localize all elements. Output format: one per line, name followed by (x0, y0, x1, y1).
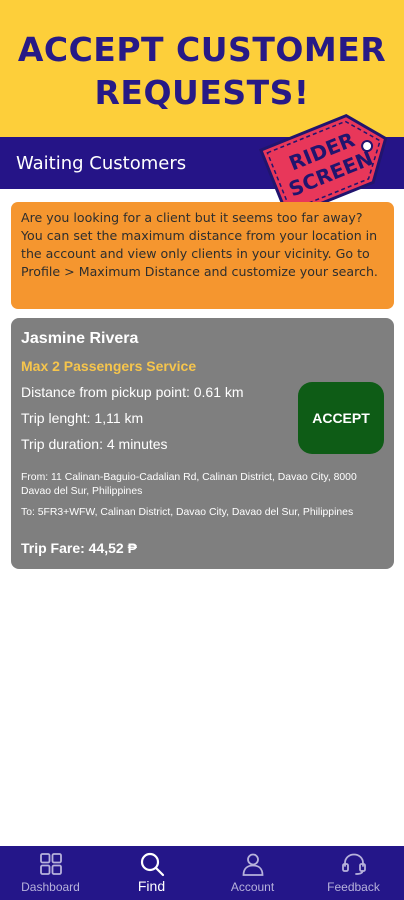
nav-find[interactable]: Find (101, 846, 202, 900)
search-icon (139, 851, 165, 877)
headset-icon (341, 851, 367, 877)
to-address: To: 5FR3+WFW, Calinan District, Davao Ci… (21, 507, 354, 518)
person-icon (241, 851, 265, 877)
service-type: Max 2 Passengers Service (21, 358, 197, 374)
pickup-distance: Distance from pickup point: 0.61 km (21, 384, 244, 400)
dashboard-grid-icon (39, 851, 63, 877)
nav-dashboard[interactable]: Dashboard (0, 846, 101, 900)
customer-name: Jasmine Rivera (21, 330, 139, 347)
trip-duration: Trip duration: 4 minutes (21, 436, 168, 452)
promo-line-2: REQUESTS! (94, 72, 310, 112)
accept-button[interactable]: ACCEPT (298, 382, 384, 454)
distance-notice: Are you looking for a client but it seem… (11, 202, 394, 309)
promo-headline: ACCEPT CUSTOMER REQUESTS! (18, 28, 386, 114)
customer-request-card[interactable]: Jasmine Rivera Max 2 Passengers Service … (11, 318, 394, 569)
bottom-navigation: Dashboard Find Account Feedback (0, 846, 404, 900)
nav-label-account: Account (230, 880, 275, 894)
nav-label-find: Find (137, 878, 166, 894)
nav-label-feedback: Feedback (327, 880, 380, 894)
nav-label-dashboard: Dashboard (21, 880, 80, 894)
from-address: From: 11 Calinan-Baguio-Cadalian Rd, Cal… (21, 472, 357, 497)
notice-text: Are you looking for a client but it seem… (21, 210, 378, 279)
promo-line-1: ACCEPT CUSTOMER (17, 29, 387, 69)
trip-length: Trip lenght: 1,11 km (21, 410, 144, 426)
nav-account[interactable]: Account (202, 846, 303, 900)
page-title: Waiting Customers (16, 152, 187, 174)
nav-feedback[interactable]: Feedback (303, 846, 404, 900)
trip-fare: Trip Fare: 44,52 ₱ (21, 540, 137, 556)
